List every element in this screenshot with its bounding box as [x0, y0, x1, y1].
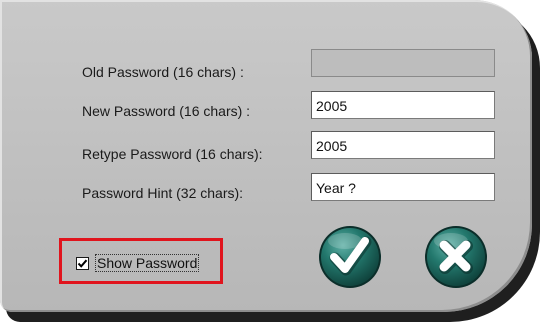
old-password-label: Old Password (16 chars) :: [82, 64, 244, 80]
password-hint-field[interactable]: [311, 173, 495, 201]
show-password-toggle[interactable]: Show Password: [76, 254, 200, 272]
show-password-checkbox[interactable]: [76, 256, 89, 270]
password-dialog-panel: Old Password (16 chars) : New Password (…: [0, 0, 532, 312]
new-password-field[interactable]: [311, 91, 495, 119]
cancel-button[interactable]: [424, 225, 488, 289]
old-password-field[interactable]: [311, 49, 495, 77]
checkmark-small-icon: [77, 259, 88, 268]
dialog-stage: Old Password (16 chars) : New Password (…: [0, 0, 542, 325]
password-hint-label: Password Hint (32 chars):: [82, 185, 244, 201]
retype-password-field[interactable]: [311, 131, 495, 159]
new-password-label: New Password (16 chars) :: [82, 103, 251, 119]
close-icon: [425, 226, 487, 288]
show-password-label: Show Password: [95, 254, 200, 272]
retype-password-label: Retype Password (16 chars):: [82, 146, 263, 162]
ok-button[interactable]: [318, 225, 382, 289]
checkmark-icon: [319, 226, 381, 288]
